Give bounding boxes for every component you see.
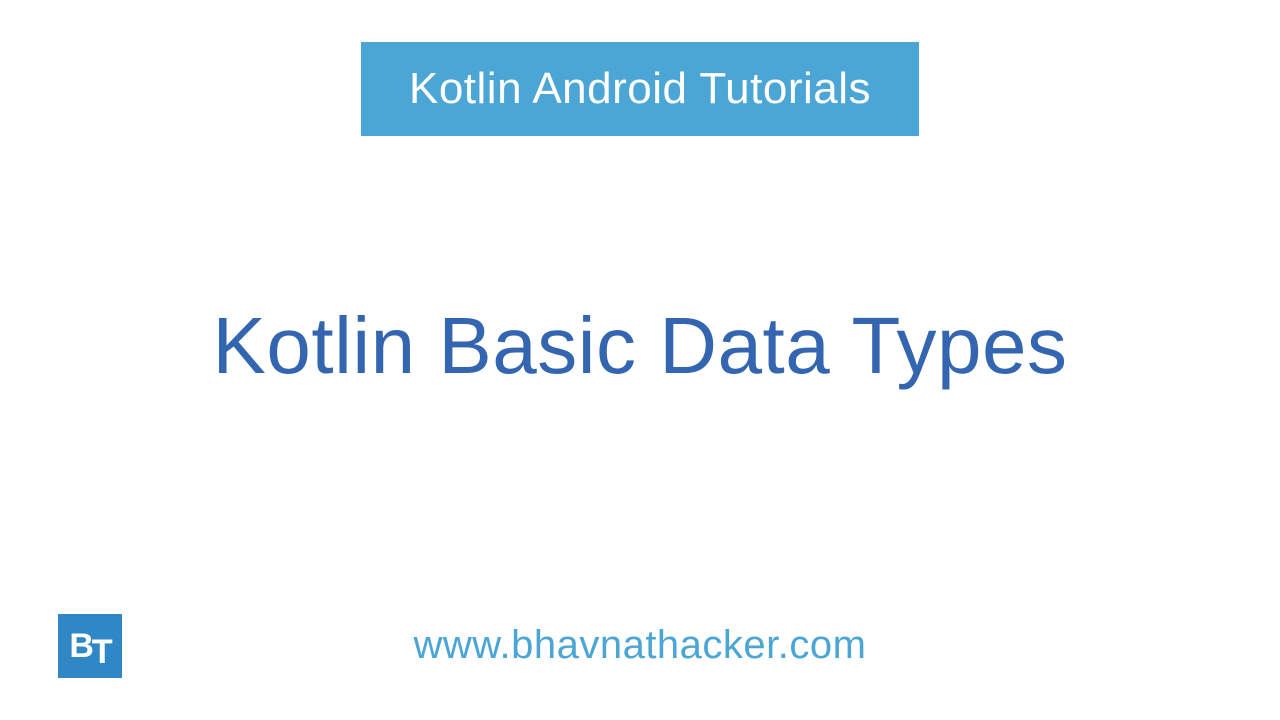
series-banner-text: Kotlin Android Tutorials [409, 64, 871, 113]
logo-letter-b: B [69, 627, 92, 665]
footer-url: www.bhavnathacker.com [414, 623, 867, 668]
series-banner: Kotlin Android Tutorials [361, 42, 919, 136]
slide: Kotlin Android Tutorials Kotlin Basic Da… [0, 0, 1280, 720]
brand-logo-initials: BT [69, 629, 110, 663]
logo-letter-t: T [92, 633, 111, 671]
slide-title-text: Kotlin Basic Data Types [213, 301, 1068, 390]
brand-logo: BT [58, 614, 122, 678]
footer-url-text: www.bhavnathacker.com [414, 623, 867, 667]
slide-title: Kotlin Basic Data Types [213, 300, 1068, 392]
